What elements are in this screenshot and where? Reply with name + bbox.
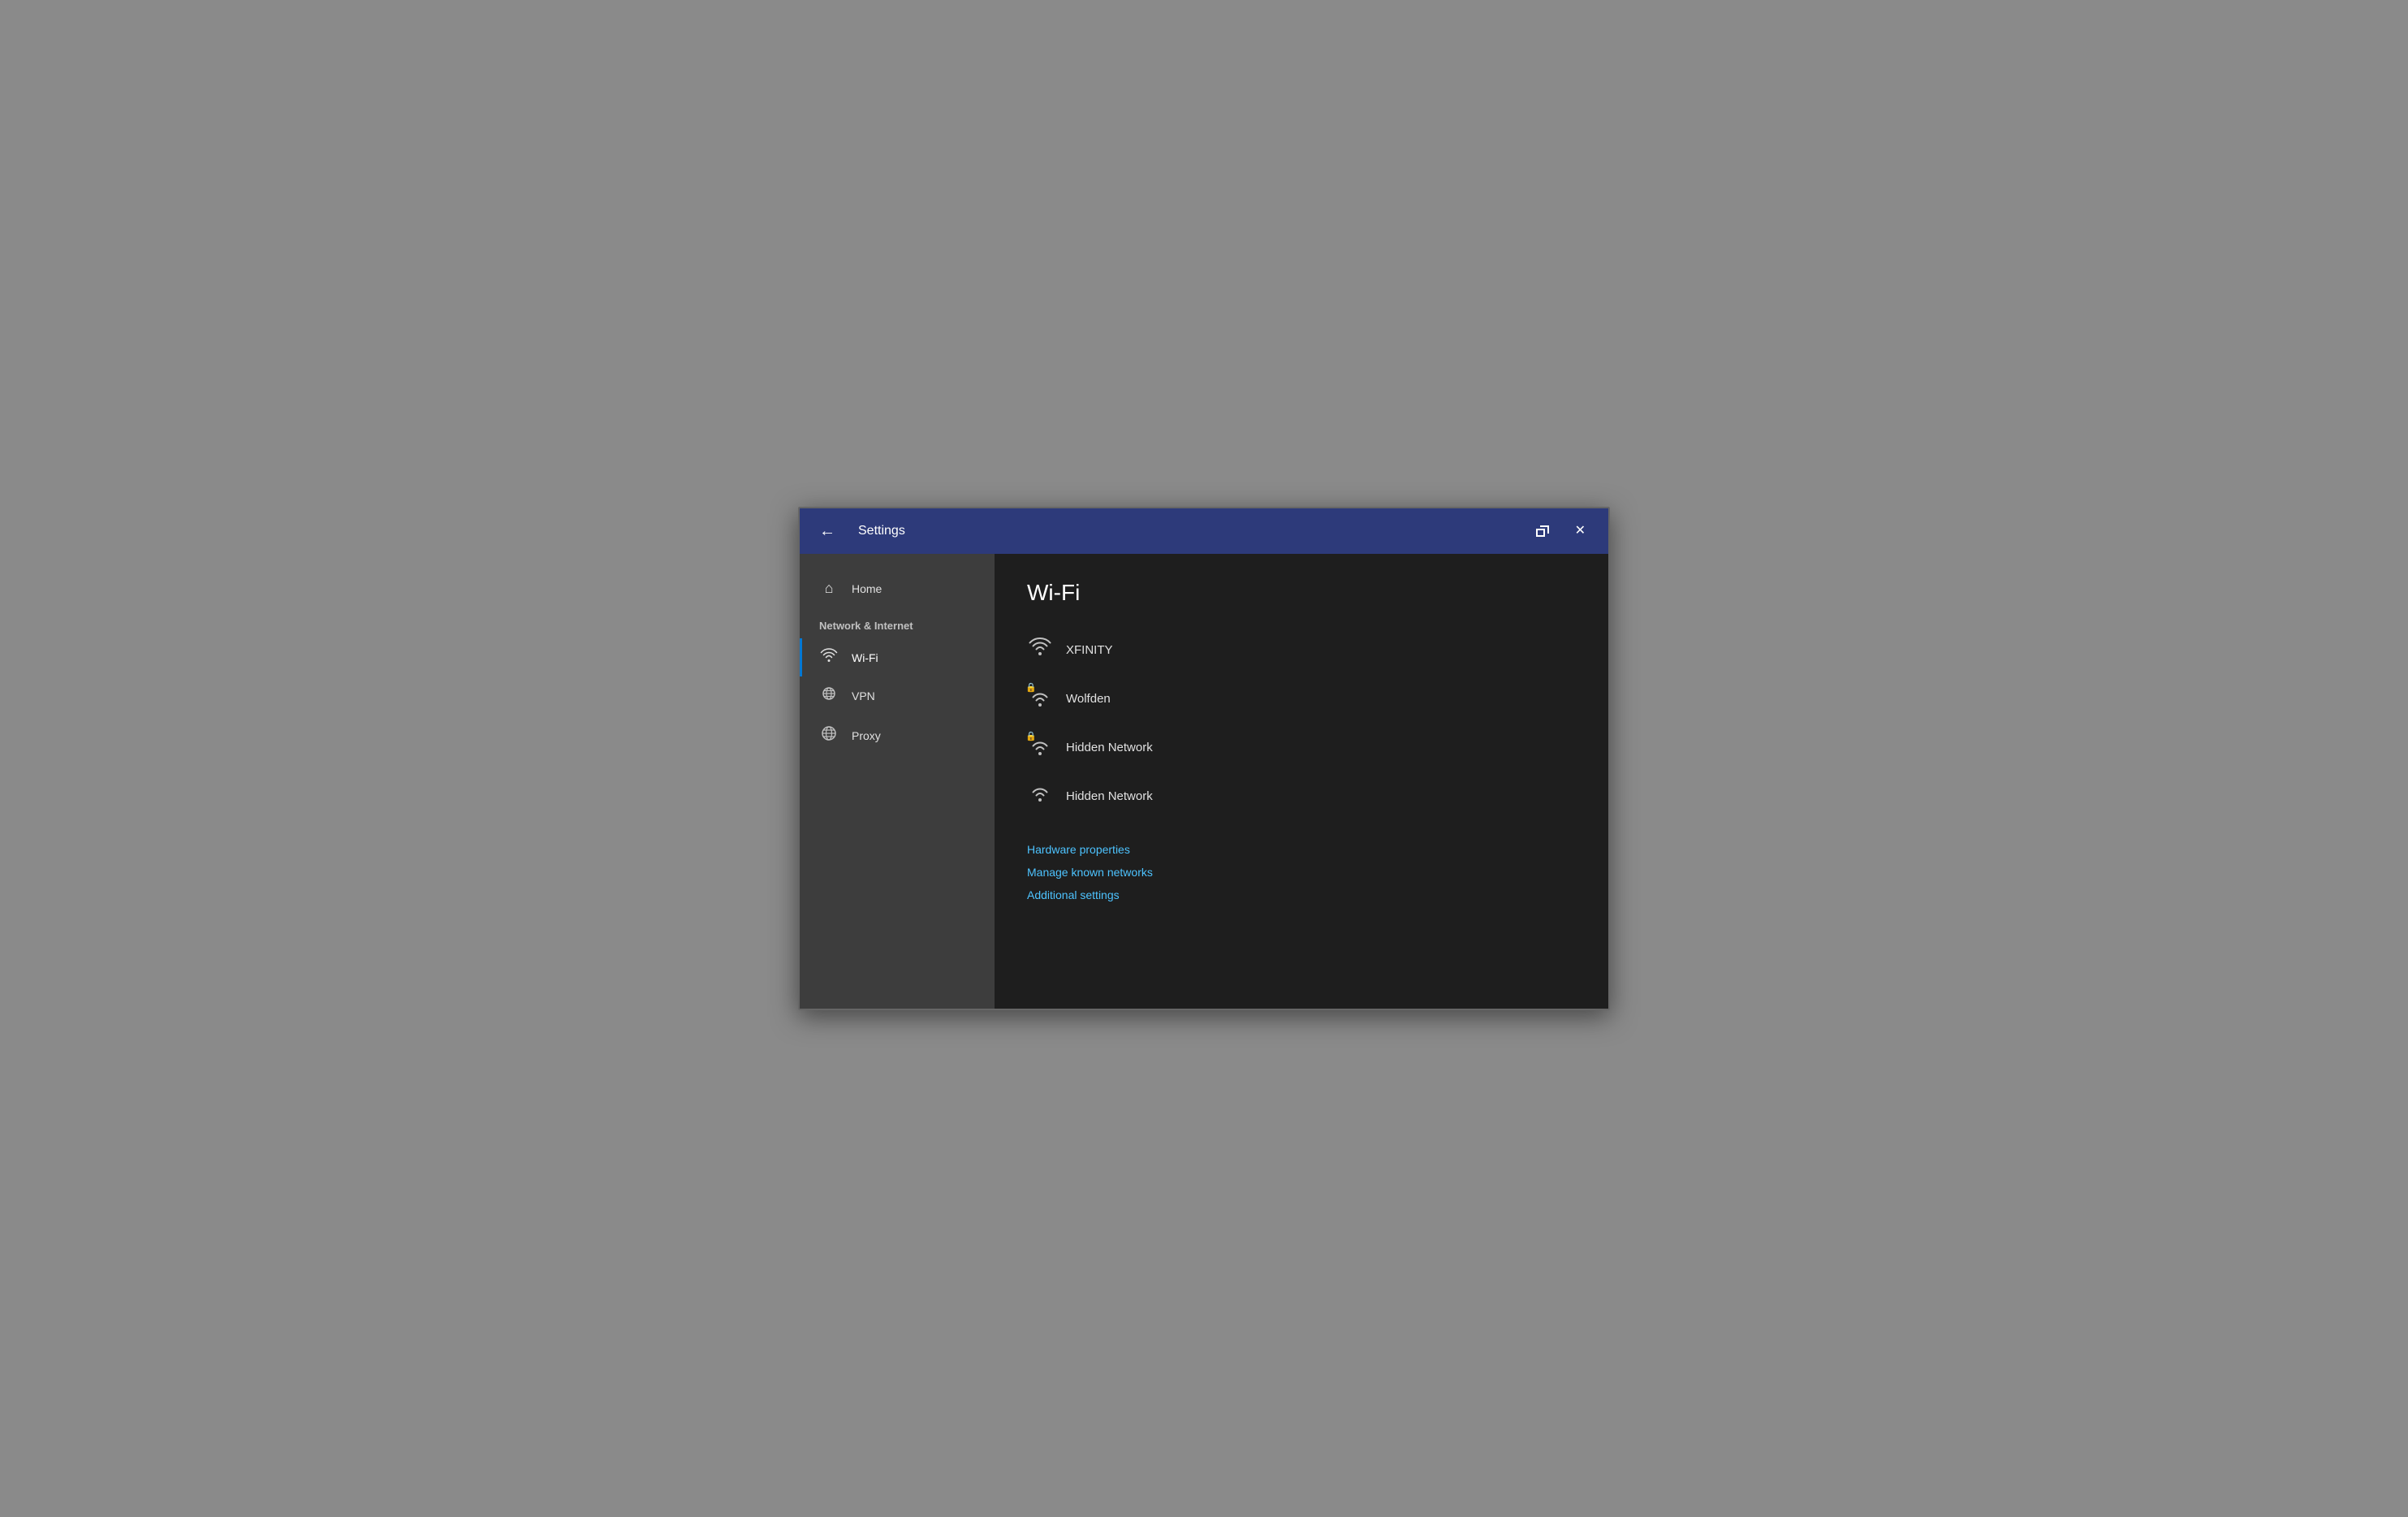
vpn-icon: [819, 686, 839, 705]
wolfden-name: Wolfden: [1066, 692, 1111, 706]
titlebar-controls: ✕: [1526, 518, 1595, 544]
network-item-xfinity[interactable]: XFINITY: [1027, 625, 1576, 674]
close-button[interactable]: ✕: [1565, 518, 1595, 544]
hidden2-wifi-icon: [1029, 784, 1051, 808]
link-section: Hardware properties Manage known network…: [1027, 843, 1576, 901]
sidebar-proxy-label: Proxy: [852, 729, 881, 742]
xfinity-icon-wrapper: [1027, 637, 1053, 663]
wifi-nav-icon: [819, 648, 839, 667]
network-item-hidden2[interactable]: Hidden Network: [1027, 771, 1576, 820]
home-icon: ⌂: [819, 580, 839, 597]
sidebar-item-home[interactable]: ⌂ Home: [800, 570, 995, 607]
proxy-icon: [819, 724, 839, 746]
page-title: Wi-Fi: [1027, 580, 1576, 606]
hardware-properties-link[interactable]: Hardware properties: [1027, 843, 1576, 856]
hidden1-icon-wrapper: 🔒: [1027, 734, 1053, 760]
sidebar: ⌂ Home Network & Internet Wi-Fi: [800, 554, 995, 1009]
restore-button[interactable]: [1526, 519, 1559, 543]
titlebar-left: ← Settings: [813, 520, 905, 542]
restore-icon: [1536, 525, 1549, 537]
main-content: Wi-Fi XFINITY: [995, 554, 1608, 1009]
network-item-hidden1[interactable]: 🔒 Hidden Network: [1027, 723, 1576, 771]
network-item-wolfden[interactable]: 🔒 Wolfden: [1027, 674, 1576, 723]
settings-window: ← Settings ✕ ⌂ Home Network & Internet: [798, 507, 1610, 1010]
additional-settings-link[interactable]: Additional settings: [1027, 888, 1576, 901]
sidebar-vpn-label: VPN: [852, 689, 875, 702]
xfinity-name: XFINITY: [1066, 643, 1113, 657]
sidebar-home-label: Home: [852, 582, 882, 595]
sidebar-wifi-label: Wi-Fi: [852, 651, 878, 664]
wolfden-icon-wrapper: 🔒: [1027, 685, 1053, 711]
sidebar-item-proxy[interactable]: Proxy: [800, 715, 995, 756]
network-list: XFINITY 🔒 Wolfden: [1027, 625, 1576, 820]
titlebar: ← Settings ✕: [800, 508, 1608, 554]
hidden1-name: Hidden Network: [1066, 741, 1153, 754]
sidebar-section-label: Network & Internet: [800, 607, 995, 638]
content-area: ⌂ Home Network & Internet Wi-Fi: [800, 554, 1608, 1009]
hidden1-lock-icon: 🔒: [1025, 731, 1037, 741]
titlebar-title: Settings: [858, 524, 905, 538]
sidebar-item-vpn[interactable]: VPN: [800, 676, 995, 715]
manage-networks-link[interactable]: Manage known networks: [1027, 866, 1576, 879]
sidebar-item-wifi[interactable]: Wi-Fi: [800, 638, 995, 676]
hidden2-icon-wrapper: [1027, 783, 1053, 809]
xfinity-wifi-icon: [1029, 637, 1051, 662]
wolfden-lock-icon: 🔒: [1025, 682, 1037, 693]
back-button[interactable]: ←: [813, 520, 842, 542]
hidden2-name: Hidden Network: [1066, 789, 1153, 803]
